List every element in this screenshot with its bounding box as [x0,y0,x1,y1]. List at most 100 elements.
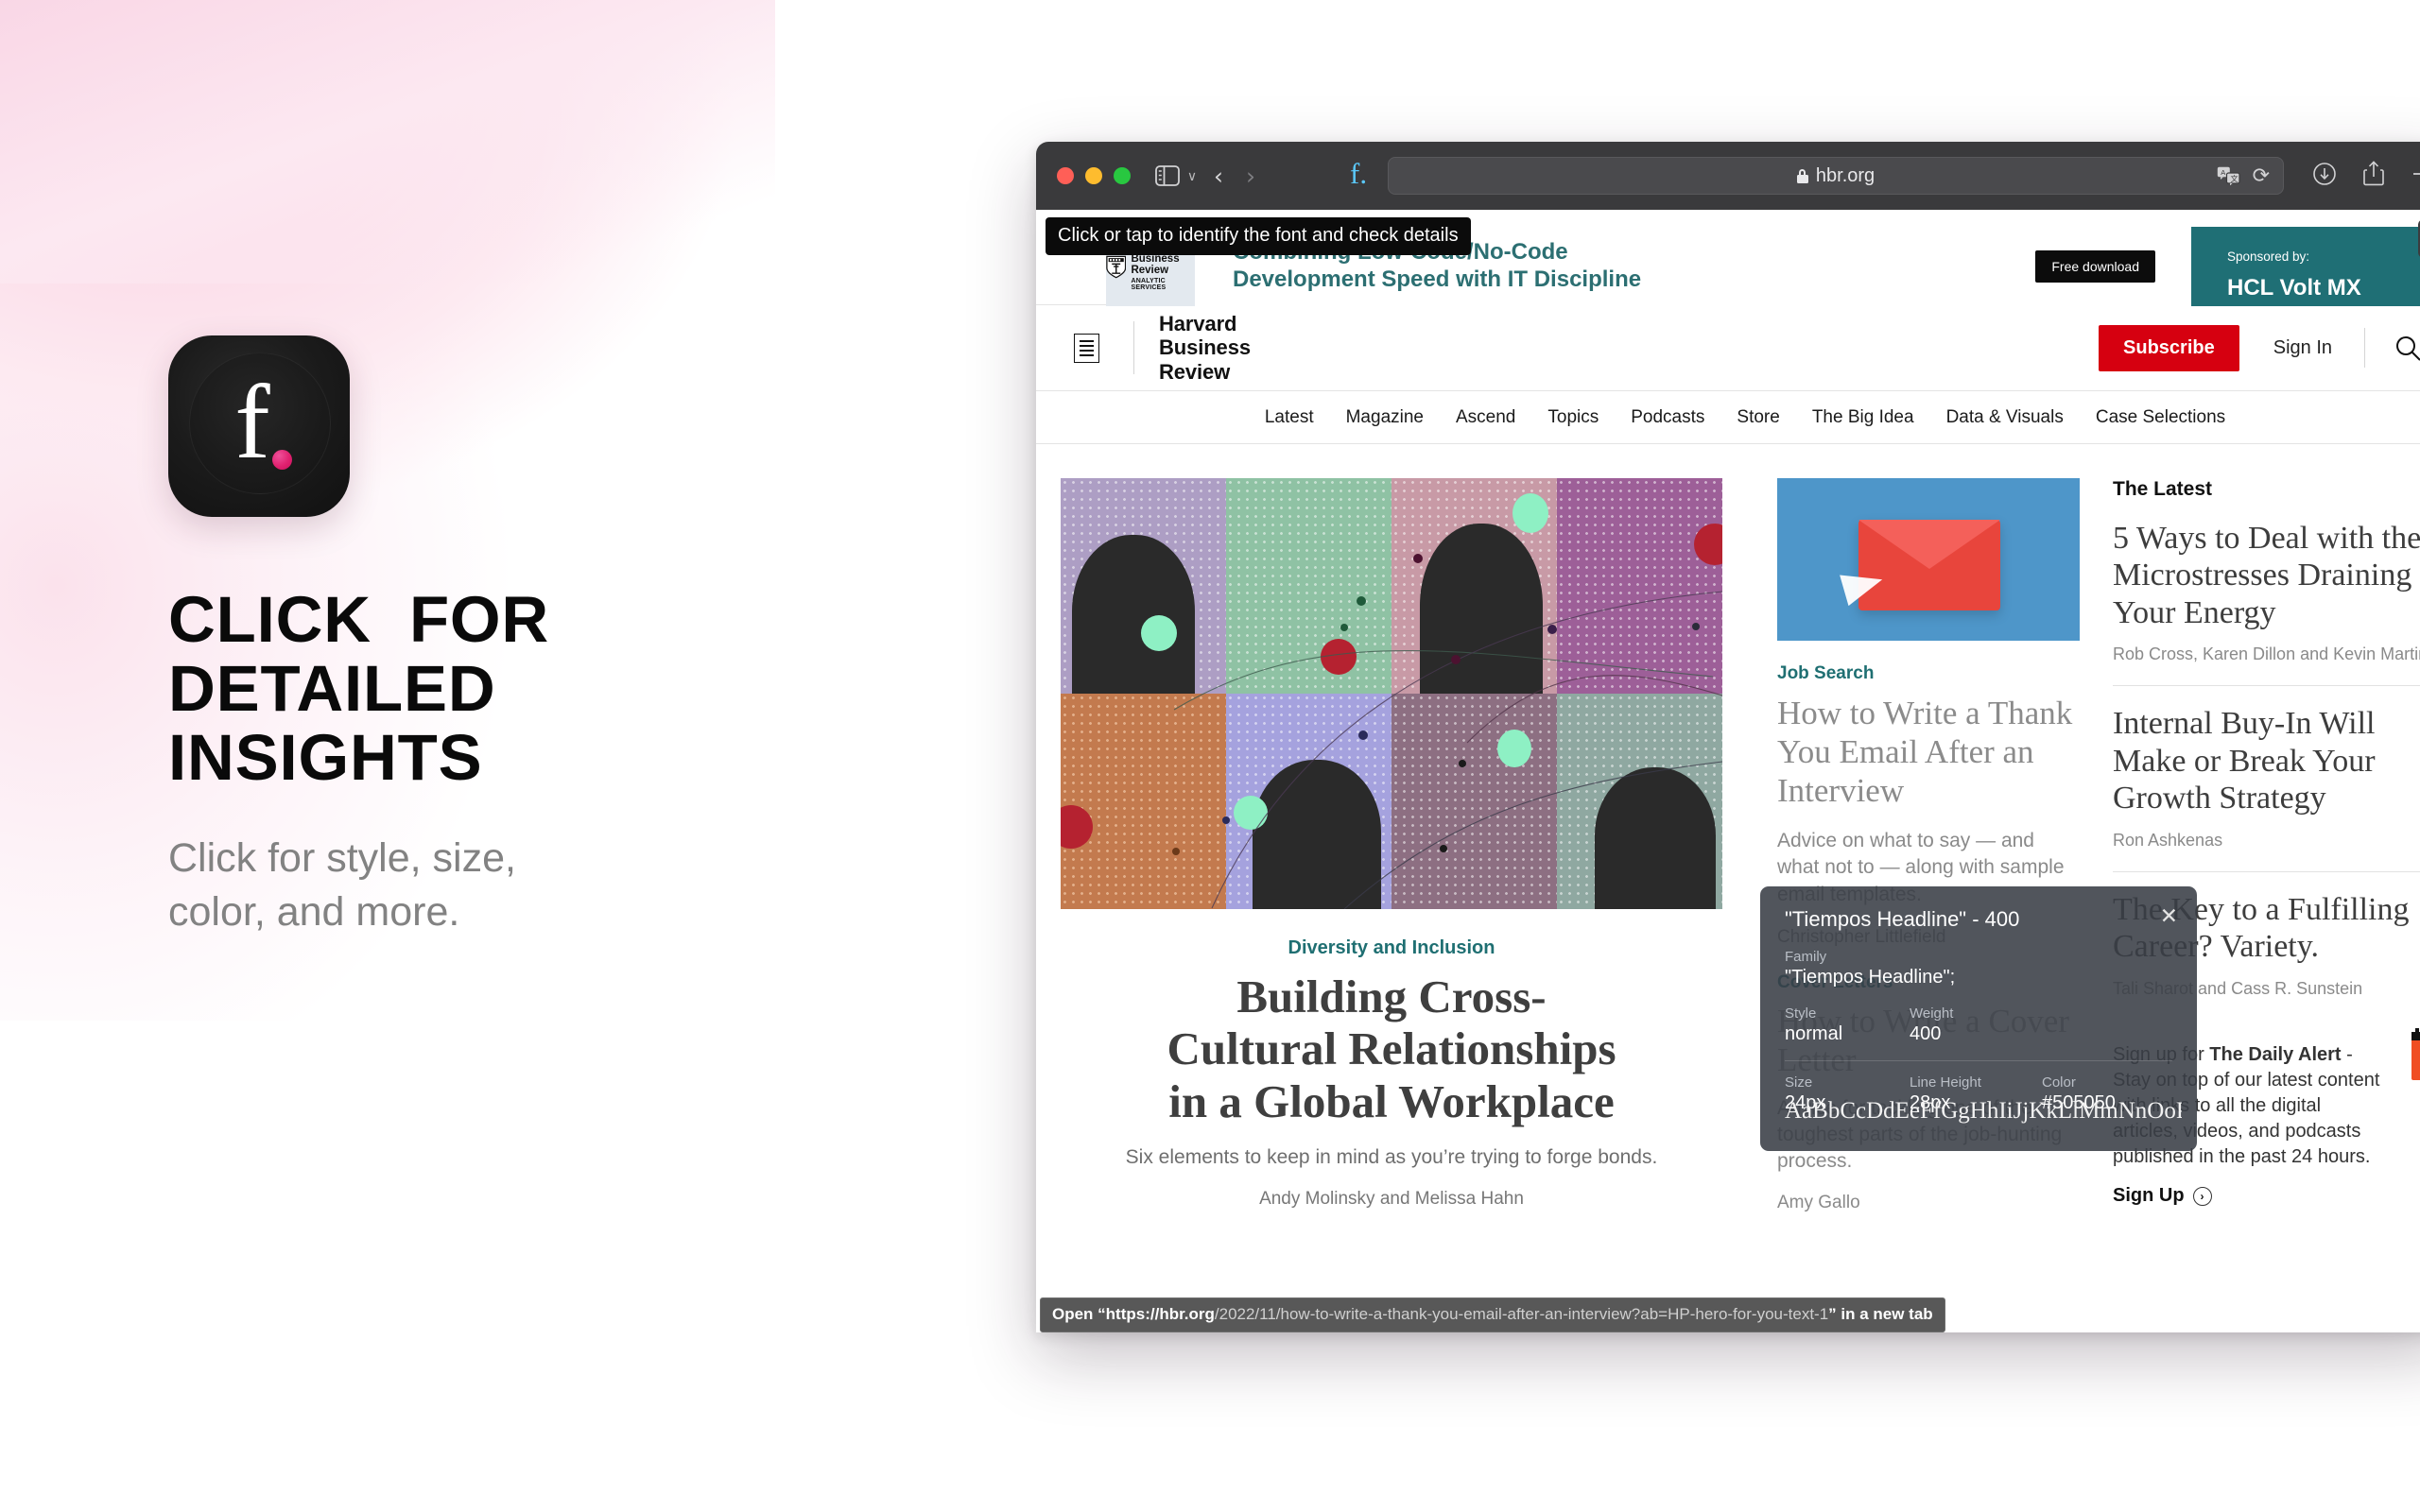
headline-line-1: CLICK FOR [168,583,550,656]
window-controls [1057,167,1131,184]
latest-article-2[interactable]: Internal Buy-In Will Make or Break Your … [2113,705,2420,872]
status-path: /2022/11/how-to-write-a-thank-you-email-… [1214,1305,1829,1323]
collage-connection-lines [1172,554,1722,909]
mid-headline-line-1: How to Write a Thank [1777,695,2073,731]
nav-item-the-big-idea[interactable]: The Big Idea [1812,407,1914,428]
font-weight-value[interactable]: 400 [1910,1023,2034,1045]
nav-item-case-selections[interactable]: Case Selections [2096,407,2225,428]
envelope-thumbnail-image[interactable] [1777,478,2080,641]
main-headline-line-2: Cultural Relationships [1167,1022,1616,1075]
alert-name: The Daily Alert [2209,1043,2342,1065]
font-style-value[interactable]: normal [1785,1023,1910,1045]
nav-item-latest[interactable]: Latest [1265,407,1314,428]
font-color-label: Color [2042,1074,2076,1091]
status-prefix: Open “https:// [1052,1305,1160,1323]
latest-2-line-3: Growth Strategy [2113,781,2326,816]
mid-article-headline[interactable]: How to Write a Thank You Email After an … [1777,695,2080,811]
browser-window: ∨ ‹ › f. hbr.org A 文 ⟳ Click or tap to i… [1036,142,2420,1332]
header-actions: Subscribe Sign In [2099,324,2420,371]
font-identify-tooltip: Click or tap to identify the font and ch… [1046,217,1471,255]
sidebar-toggle-icon[interactable] [1153,163,1182,188]
nav-item-podcasts[interactable]: Podcasts [1631,407,1704,428]
subhead-line-1: Click for style, size, [168,835,516,882]
main-article-kicker[interactable]: Diversity and Inclusion [1061,937,1722,959]
marketing-panel: f CLICK FOR DETAILED INSIGHTS Click for … [168,335,887,939]
hbr-wordmark[interactable]: Harvard Business Review [1159,312,1251,383]
nav-item-topics[interactable]: Topics [1547,407,1599,428]
latest-1-headline: 5 Ways to Deal with the Microstresses Dr… [2113,520,2420,631]
fonts-extension-icon[interactable]: f. [1350,159,1367,193]
font-weight-label: Weight [1910,1005,1954,1022]
minimize-window-button[interactable] [1085,167,1102,184]
ad-cta-button[interactable]: Free download [2035,250,2155,283]
share-icon[interactable] [2363,161,2384,191]
nav-item-magazine[interactable]: Magazine [1346,407,1424,428]
font-inspector-popup[interactable]: "Tiempos Headline" - 400 ✕ Family "Tiemp… [1760,886,2197,1151]
address-bar-actions: A 文 ⟳ [2217,163,2270,188]
headline-line-3: INSIGHTS [168,721,483,795]
url-value: hbr.org [1815,164,1876,186]
latest-article-1[interactable]: 5 Ways to Deal with the Microstresses Dr… [2113,520,2420,687]
svg-text:A: A [2221,168,2225,177]
mid-article-kicker[interactable]: Job Search [1777,663,2080,684]
latest-2-line-1: Internal Buy-In Will [2113,706,2376,742]
forward-button[interactable]: › [1235,163,1267,190]
page-content: Diversity and Inclusion Building Cross- … [1036,444,2420,1213]
app-icon-glyph: f [234,364,270,481]
font-family-field: Family "Tiempos Headline"; [1785,949,2172,988]
chevron-down-icon[interactable]: ∨ [1182,168,1202,184]
font-line-height-label: Line Height [1910,1074,1981,1091]
main-article-headline[interactable]: Building Cross- Cultural Relationships i… [1061,971,1722,1127]
wordmark-line-2: Business [1159,335,1251,360]
font-family-label: Family [1785,949,1827,965]
main-headline-line-1: Building Cross- [1236,971,1547,1022]
font-style-label: Style [1785,1005,1817,1022]
latest-1-line-1: 5 Ways to Deal with the [2113,521,2420,556]
browser-toolbar: ∨ ‹ › f. hbr.org A 文 ⟳ [1036,142,2420,210]
nav-item-ascend[interactable]: Ascend [1456,407,1515,428]
font-family-value[interactable]: "Tiempos Headline"; [1785,967,2172,988]
app-icon: f [168,335,350,517]
site-navigation: Latest Magazine Ascend Topics Podcasts S… [1036,391,2420,444]
nav-item-data-and-visuals[interactable]: Data & Visuals [1946,407,2064,428]
header-divider [1133,321,1134,374]
downloads-icon[interactable] [2312,162,2337,191]
daily-alert-signup-link[interactable]: Sign Up › [2113,1185,2391,1207]
hero-collage-image[interactable] [1061,478,1722,909]
hamburger-menu-icon[interactable] [1074,333,1099,363]
app-icon-dot [272,450,292,470]
main-article-byline: Andy Molinsky and Melissa Hahn [1259,1189,1524,1210]
mid-headline-line-3: Interview [1777,771,1905,809]
font-weight-field: Weight 400 [1910,1005,2034,1045]
font-popup-divider [1785,1060,2172,1061]
ad-logo-subtitle: ANALYTIC SERVICES [1131,278,1167,292]
ad-sponsor-name: HCL Volt MX [2227,275,2361,301]
ad-headline-line-2: Development Speed with IT Discipline [1233,266,1642,292]
translate-icon[interactable]: A 文 [2217,166,2240,186]
back-button[interactable]: ‹ [1202,163,1235,190]
main-article-dek: Six elements to keep in mind as you’re t… [1125,1146,1658,1169]
toolbar-right-actions [2312,161,2420,191]
new-tab-icon[interactable] [2411,163,2420,190]
subhead-line-2: color, and more. [168,889,460,936]
search-icon[interactable] [2394,334,2420,362]
font-size-label: Size [1785,1074,1813,1091]
status-suffix: ” in a new tab [1828,1305,1933,1323]
lock-icon [1796,168,1808,183]
header-divider-2 [2364,328,2365,368]
nav-item-store[interactable]: Store [1737,407,1779,428]
sign-in-link[interactable]: Sign In [2273,337,2332,359]
close-window-button[interactable] [1057,167,1074,184]
marketing-headline: CLICK FOR DETAILED INSIGHTS [168,583,887,795]
subscribe-button[interactable]: Subscribe [2099,324,2239,371]
status-bar: Open “https://hbr.org/2022/11/how-to-wri… [1040,1297,1945,1332]
latest-section-title: The Latest [2113,478,2213,500]
background-gradient-overlay [0,0,775,284]
reload-icon[interactable]: ⟳ [2253,163,2270,188]
headline-line-2: DETAILED [168,652,496,726]
close-icon[interactable]: ✕ [2160,905,2178,927]
zoom-window-button[interactable] [1114,167,1131,184]
ad-sponsor-panel: Sponsored by: HCL Volt MX ✕ [2191,227,2420,306]
mid-next-article-byline: Amy Gallo [1777,1192,1860,1212]
address-bar[interactable]: hbr.org A 文 ⟳ [1388,157,2284,195]
